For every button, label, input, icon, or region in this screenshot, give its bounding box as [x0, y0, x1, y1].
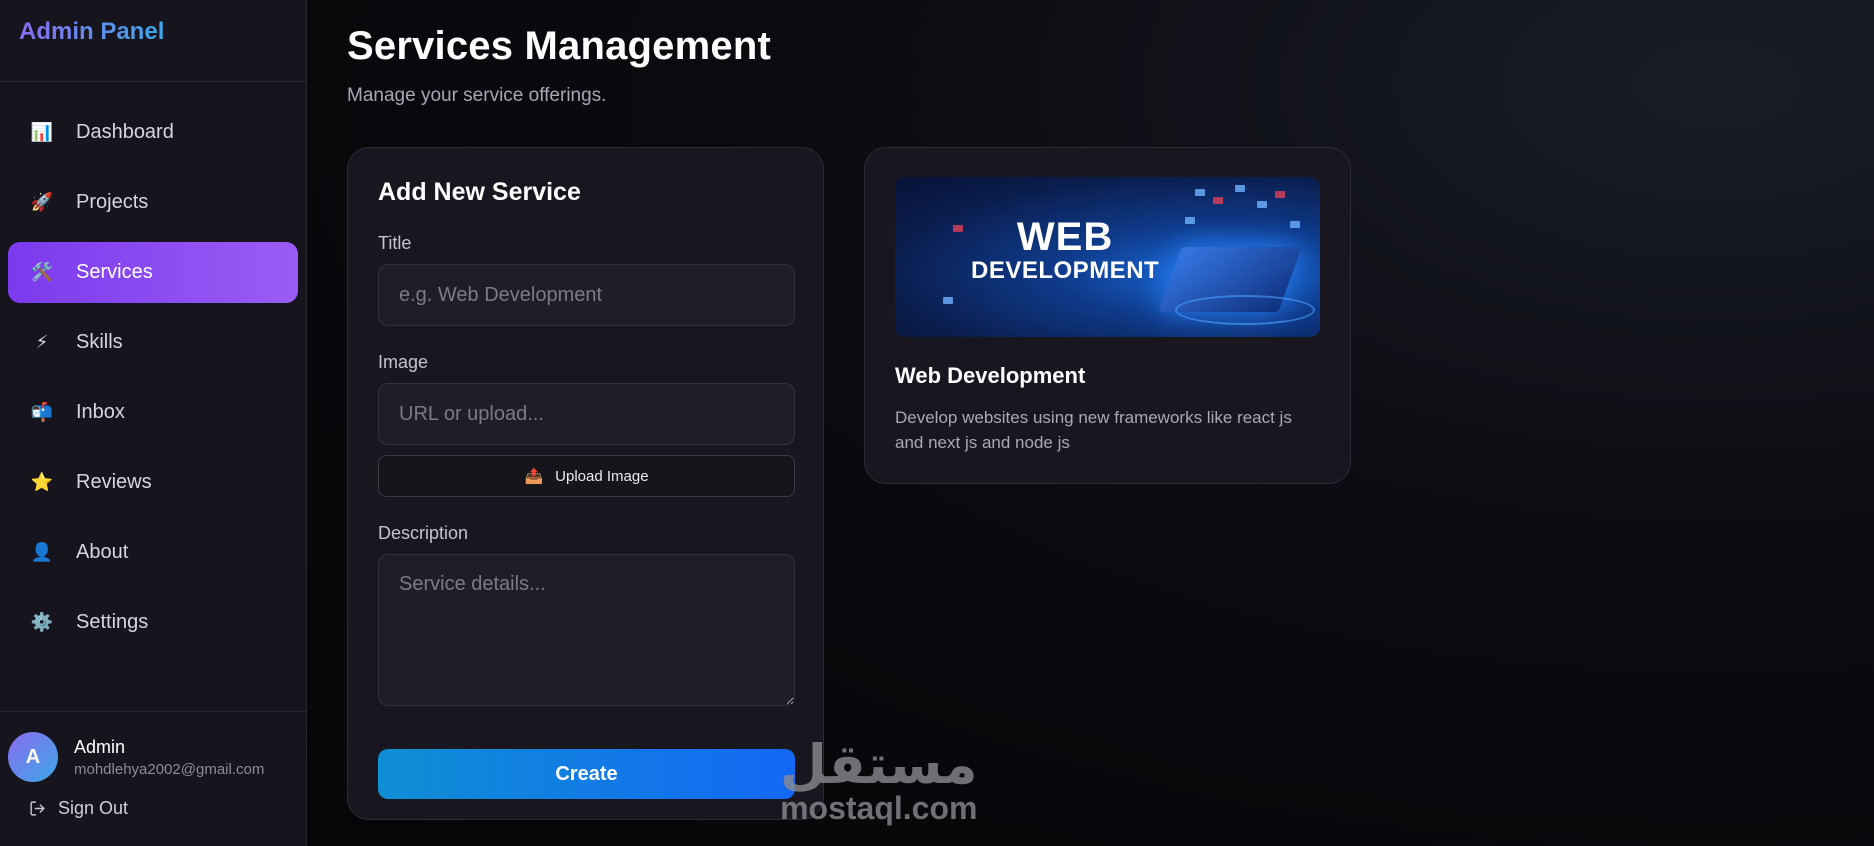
user-icon: 👤 — [30, 542, 54, 562]
avatar: A — [8, 732, 58, 782]
user-info: Admin mohdlehya2002@gmail.com — [74, 737, 264, 778]
title-label: Title — [378, 233, 412, 253]
user-name: Admin — [74, 736, 126, 757]
decor-tile — [953, 225, 963, 232]
watermark: مستقل mostaql.com — [780, 738, 978, 827]
sidebar-item-label: Settings — [76, 611, 149, 633]
page-title: Services Management — [347, 24, 771, 68]
service-image: WEB DEVELOPMENT — [895, 177, 1320, 337]
image-url-input[interactable] — [378, 383, 795, 445]
rocket-icon: 🚀 — [30, 192, 54, 212]
sidebar-item-settings[interactable]: ⚙️ Settings — [8, 592, 298, 653]
description-label: Description — [378, 523, 469, 543]
decor-tile — [1290, 221, 1300, 228]
image-label: Image — [378, 352, 429, 372]
content-area: Add New Service Title Image 📤 Upload Ima… — [347, 147, 1874, 820]
sidebar-item-dashboard[interactable]: 📊 Dashboard — [8, 102, 298, 163]
image-text-development: DEVELOPMENT — [971, 257, 1160, 284]
app-root: Admin Panel 📊 Dashboard 🚀 Projects 🛠️ Se… — [0, 0, 1874, 846]
create-button[interactable]: Create — [378, 749, 795, 799]
user-email: mohdlehya2002@gmail.com — [74, 760, 265, 778]
upload-icon: 📤 — [524, 468, 544, 485]
logout-icon — [28, 796, 46, 820]
watermark-latin: mostaql.com — [780, 790, 978, 826]
gear-icon: ⚙️ — [30, 612, 54, 632]
mailbox-icon: 📬 — [30, 402, 54, 422]
sidebar-item-label: Skills — [76, 331, 123, 353]
service-card[interactable]: WEB DEVELOPMENT Web Development Develop … — [864, 147, 1351, 484]
star-icon: ⭐ — [30, 472, 54, 492]
sidebar-item-services[interactable]: 🛠️ Services — [8, 242, 298, 303]
sidebar-item-reviews[interactable]: ⭐ Reviews — [8, 452, 298, 513]
decor-tile — [1235, 185, 1245, 192]
decor-tile — [1185, 217, 1195, 224]
sidebar-item-label: Inbox — [76, 401, 125, 423]
service-description: Develop websites using new frameworks li… — [895, 408, 1292, 452]
glow-ring — [1175, 295, 1315, 325]
page-subtitle: Manage your service offerings. — [347, 85, 607, 106]
sidebar-nav: 📊 Dashboard 🚀 Projects 🛠️ Services ⚡ Ski… — [0, 82, 306, 653]
decor-tile — [1257, 201, 1267, 208]
image-text-web: WEB — [1016, 215, 1114, 259]
sidebar-item-label: Reviews — [76, 471, 152, 493]
decor-tile — [943, 297, 953, 304]
brand-title: Admin Panel — [19, 18, 165, 45]
upload-image-button[interactable]: 📤 Upload Image — [378, 455, 795, 497]
sidebar: Admin Panel 📊 Dashboard 🚀 Projects 🛠️ Se… — [0, 0, 307, 846]
sidebar-item-label: Projects — [76, 191, 149, 213]
form-heading: Add New Service — [378, 178, 581, 206]
description-input[interactable] — [378, 554, 795, 706]
sidebar-item-label: Services — [76, 261, 153, 283]
upload-image-label: Upload Image — [555, 467, 649, 485]
sidebar-item-label: About — [76, 541, 129, 563]
sidebar-footer: A Admin mohdlehya2002@gmail.com Sign Out — [0, 711, 306, 846]
sidebar-item-label: Dashboard — [76, 121, 174, 143]
sign-out-button[interactable]: Sign Out — [0, 782, 306, 820]
sidebar-item-inbox[interactable]: 📬 Inbox — [8, 382, 298, 443]
tools-icon: 🛠️ — [30, 262, 54, 282]
decor-tile — [1275, 191, 1285, 198]
image-text: WEB DEVELOPMENT — [971, 217, 1159, 283]
watermark-arabic: مستقل — [780, 733, 978, 796]
add-service-form: Add New Service Title Image 📤 Upload Ima… — [347, 147, 824, 820]
main-content: Services Management Manage your service … — [307, 0, 1874, 846]
user-profile: A Admin mohdlehya2002@gmail.com — [0, 712, 306, 782]
service-title: Web Development — [895, 363, 1086, 388]
title-input[interactable] — [378, 264, 795, 326]
sidebar-item-projects[interactable]: 🚀 Projects — [8, 172, 298, 233]
brand: Admin Panel — [0, 0, 306, 82]
decor-tile — [1195, 189, 1205, 196]
sidebar-item-skills[interactable]: ⚡ Skills — [8, 312, 298, 373]
sidebar-item-about[interactable]: 👤 About — [8, 522, 298, 583]
lightning-icon: ⚡ — [35, 332, 49, 352]
decor-tile — [1213, 197, 1223, 204]
chart-icon: 📊 — [30, 122, 54, 142]
sign-out-label: Sign Out — [58, 797, 129, 818]
